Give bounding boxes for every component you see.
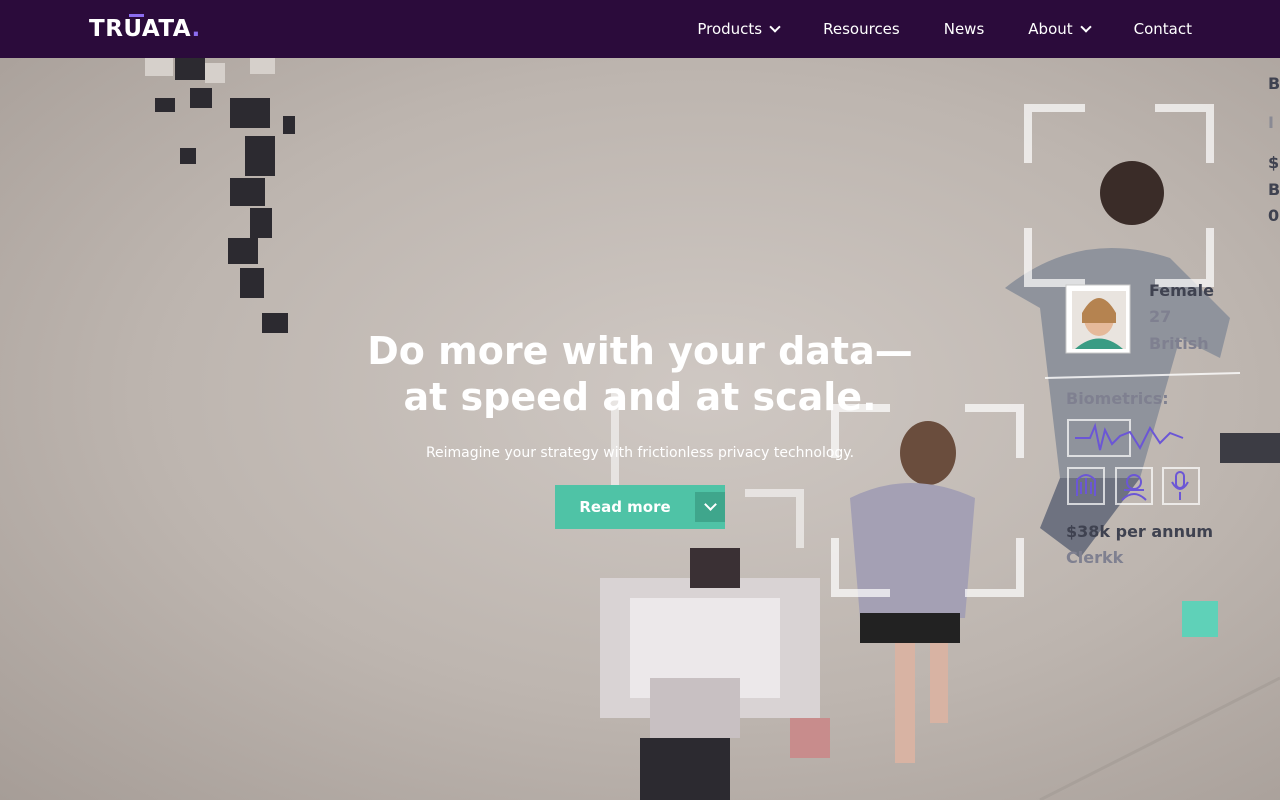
chevron-down-icon (769, 20, 781, 33)
top-nav: TRUATA. Products Resources News About Co… (0, 0, 1280, 58)
overlay-edge-text: 0 (1268, 206, 1280, 225)
overlay-location: Clerkk (1066, 548, 1124, 567)
nav-contact-label: Contact (1133, 20, 1192, 38)
microphone-icon (1171, 471, 1189, 500)
read-more-button[interactable]: Read more (555, 485, 725, 529)
nav-news-label: News (943, 20, 985, 38)
nav-news[interactable]: News (944, 20, 985, 38)
hero-background-image (145, 58, 1280, 800)
overlay-age: 27 (1149, 307, 1172, 326)
nav-contact[interactable]: Contact (1134, 20, 1192, 38)
man-in-suit (1005, 161, 1280, 558)
overlay-edge-text: I (1268, 113, 1274, 132)
pixelated-person-topleft (155, 58, 295, 333)
teal-accent-square (1182, 601, 1218, 637)
hero-title-line2: at speed and at scale. (403, 375, 877, 419)
hero-subtitle: Reimagine your strategy with frictionles… (425, 445, 855, 461)
logo-accent-bar (129, 14, 144, 17)
overlay-nationality: British (1149, 334, 1209, 353)
overlay-gender: Female (1149, 281, 1214, 300)
read-more-label: Read more (579, 498, 671, 516)
nav-resources[interactable]: Resources (823, 20, 900, 38)
pixelated-person-bottom (600, 548, 830, 800)
hero-title: Do more with your data— at speed and at … (340, 328, 940, 420)
hero-section: Do more with your data— at speed and at … (0, 58, 1280, 800)
chevron-down-icon (695, 492, 725, 522)
pixelated-person-light-blocks (145, 58, 275, 83)
chevron-down-icon (1079, 20, 1092, 33)
nav-products[interactable]: Products (697, 20, 781, 38)
nav-about[interactable]: About (1028, 20, 1092, 38)
overlay-edge-text: B (1268, 74, 1280, 93)
overlay-income: $38k per annum (1066, 522, 1214, 541)
overlay-biometrics-label: Biometrics: (1066, 389, 1169, 408)
truata-logo[interactable]: TRUATA. (89, 14, 201, 42)
nav-links: Products Resources News About Contact (653, 0, 1192, 58)
profile-photo (1065, 284, 1131, 354)
nav-products-label: Products (697, 20, 763, 38)
logo-dot: . (191, 16, 201, 42)
overlay-edge-text: B (1268, 180, 1280, 199)
hero-title-line1: Do more with your data— (367, 329, 913, 373)
logo-text: TRUATA (89, 16, 192, 42)
overlay-edge-text: $ (1268, 153, 1280, 172)
nav-resources-label: Resources (823, 20, 900, 38)
floor-line (1039, 676, 1280, 800)
nav-about-label: About (1028, 20, 1073, 38)
